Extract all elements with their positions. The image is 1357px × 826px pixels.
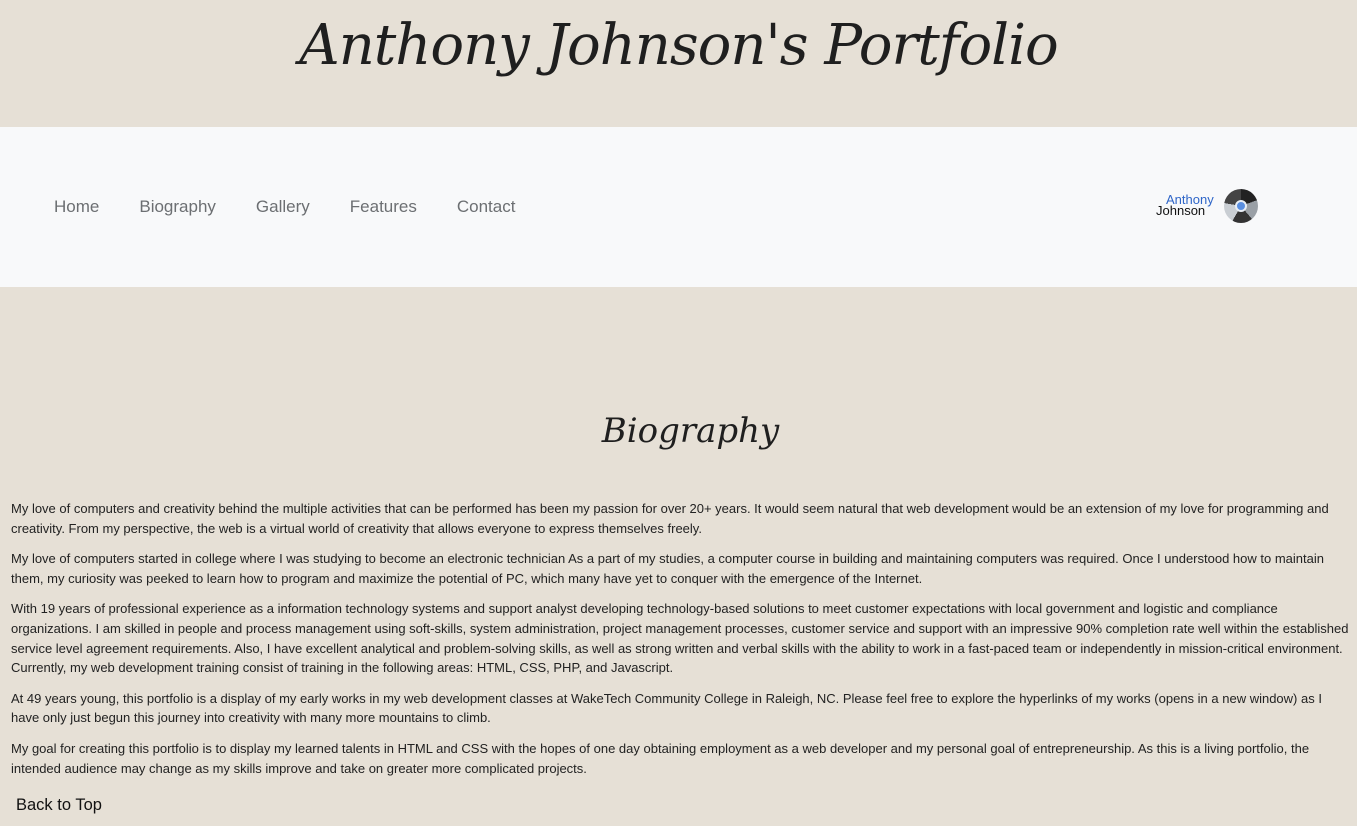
nav-link-features[interactable]: Features (330, 195, 437, 219)
nav-link-home[interactable]: Home (34, 195, 119, 219)
nav-item-gallery: Gallery (236, 195, 330, 219)
nav-item-features: Features (330, 195, 437, 219)
brand-logo[interactable]: Anthony Johnson (1156, 188, 1258, 226)
biography-text: My love of computers and creativity behi… (11, 499, 1351, 789)
section-title: Biography (601, 411, 780, 451)
main-content: Biography My love of computers and creat… (0, 287, 1357, 826)
nav-item-contact: Contact (437, 195, 536, 219)
nav-link-contact[interactable]: Contact (437, 195, 536, 219)
back-to-top-link[interactable]: Back to Top (16, 794, 102, 816)
nav-item-home: Home (34, 195, 119, 219)
nav-link-gallery[interactable]: Gallery (236, 195, 330, 219)
site-title: Anthony Johnson's Portfolio (299, 13, 1058, 78)
logo-last-name: Johnson (1156, 203, 1206, 218)
site-header: Anthony Johnson's Portfolio (0, 0, 1357, 127)
camera-lens-icon (1224, 189, 1258, 223)
navbar: Home Biography Gallery Features Contact … (0, 127, 1357, 287)
bio-paragraph: At 49 years young, this portfolio is a d… (11, 690, 1322, 726)
nav-item-biography: Biography (119, 195, 236, 219)
nav-list: Home Biography Gallery Features Contact (34, 195, 535, 219)
bio-paragraph: My love of computers and creativity behi… (11, 501, 1329, 536)
logo-text: Anthony Johnson (1156, 193, 1214, 218)
bio-paragraph: My love of computers started in college … (11, 551, 1324, 586)
bio-paragraph: My goal for creating this portfolio is t… (11, 740, 1310, 776)
nav-link-biography[interactable]: Biography (119, 195, 236, 219)
bio-paragraph: With 19 years of professional experience… (11, 601, 1349, 676)
